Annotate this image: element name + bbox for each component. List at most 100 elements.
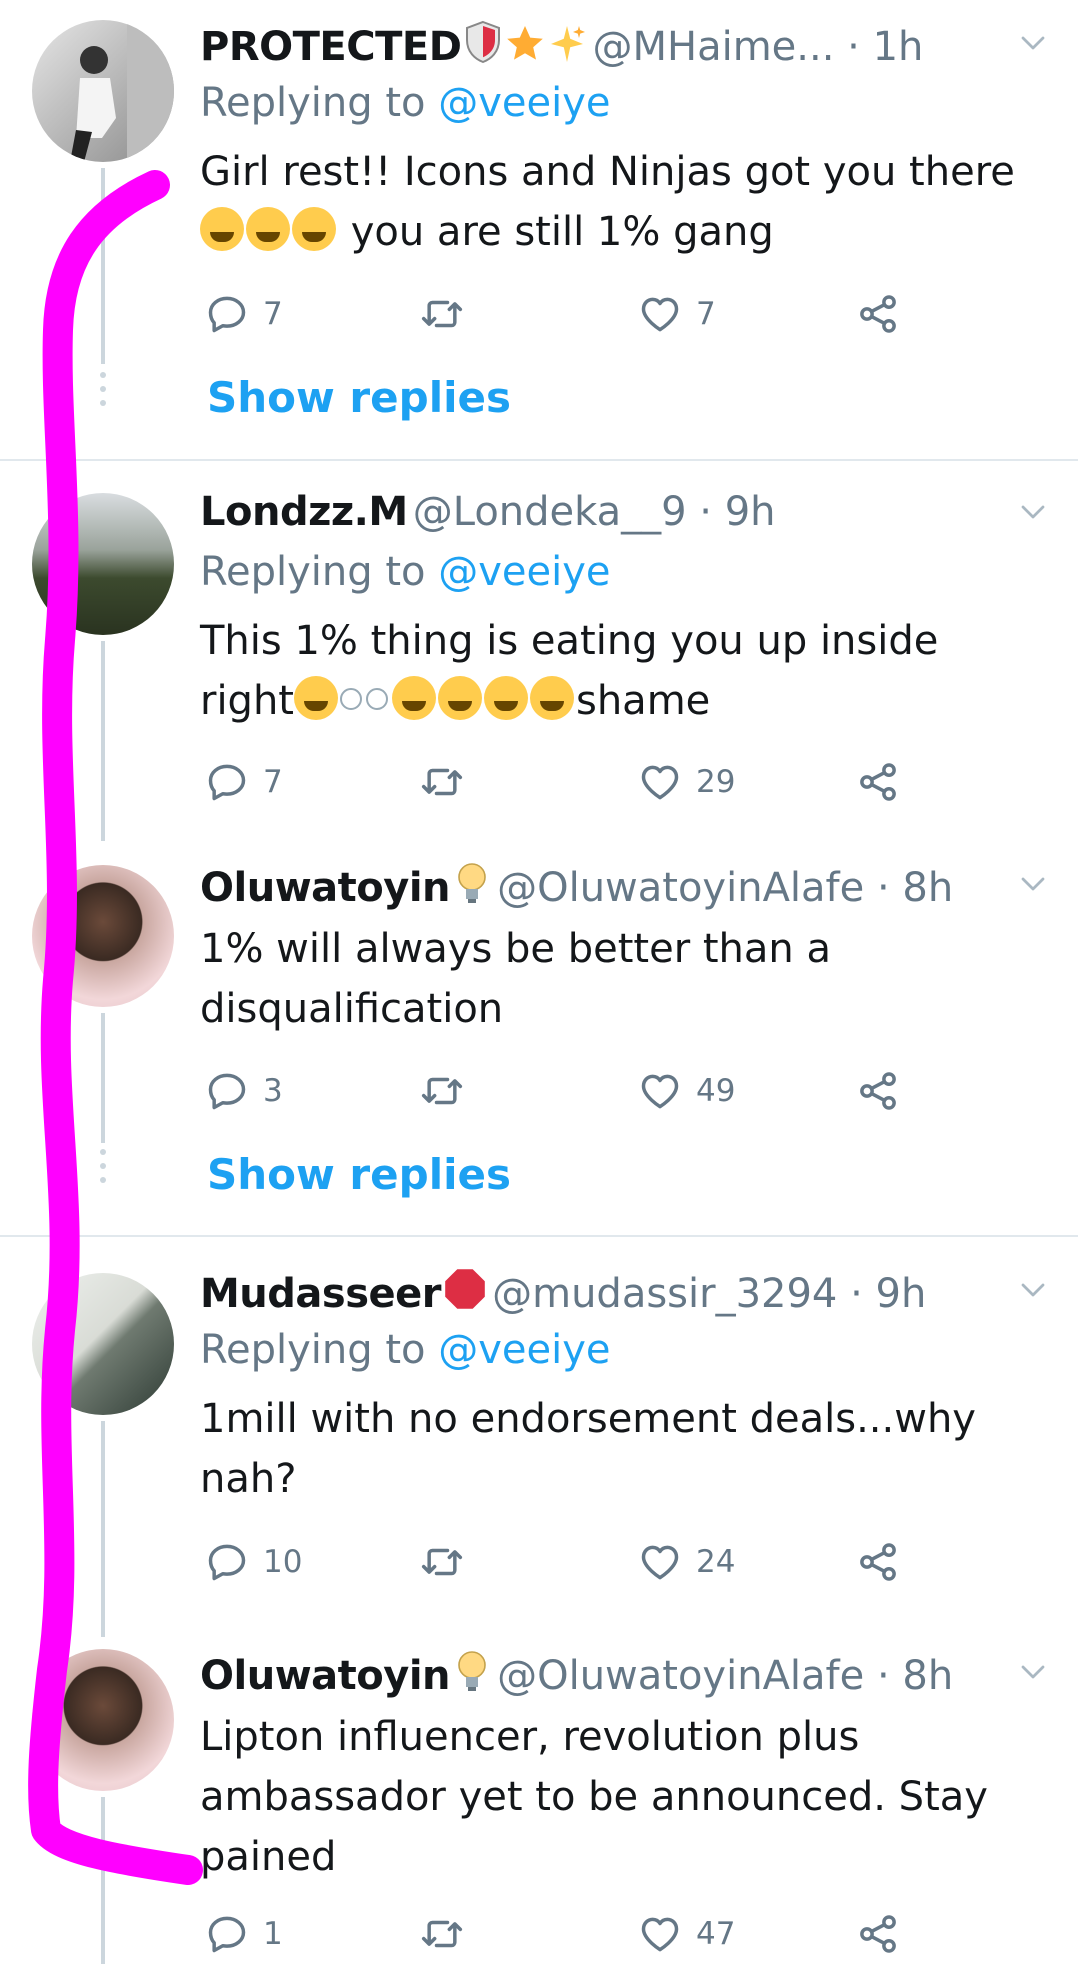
timestamp[interactable]: 9h [876, 1271, 927, 1317]
avatar[interactable] [32, 1649, 174, 1791]
chevron-down-icon[interactable] [1018, 1657, 1048, 1687]
like-icon [638, 1540, 682, 1584]
shield-emoji-icon [463, 20, 503, 68]
like-icon [638, 1069, 682, 1113]
like-button[interactable]: 29 [638, 758, 735, 806]
retweet-icon [420, 1540, 464, 1584]
star-emoji-icon [505, 24, 545, 68]
joy-emoji-icon [437, 676, 482, 720]
user-handle[interactable]: @Londeka__9 [413, 489, 687, 535]
tweet-actions: 1 47 [200, 1910, 920, 1958]
grimacing-emoji-icon [293, 676, 338, 720]
like-count: 29 [696, 764, 736, 800]
retweet-icon [420, 1912, 464, 1956]
tweet-text-fragment: right [200, 678, 294, 724]
avatar[interactable] [32, 493, 174, 635]
replying-to: Replying to @veeiye [200, 1327, 611, 1373]
reply-mention-link[interactable]: @veeiye [438, 549, 610, 595]
reply-button[interactable]: 7 [205, 290, 283, 338]
like-icon [638, 292, 682, 336]
share-icon [856, 760, 900, 804]
reply-button[interactable]: 7 [205, 758, 283, 806]
retweet-button[interactable] [420, 1067, 478, 1115]
like-count: 49 [696, 1073, 736, 1109]
timestamp[interactable]: 1h [873, 24, 924, 70]
stop-sign-emoji-icon [443, 1267, 487, 1315]
replying-to-label: Replying to [200, 549, 439, 595]
share-icon [856, 1540, 900, 1584]
user-name[interactable]: Londzz.M [200, 489, 408, 535]
tweet[interactable]: Londzz.M @Londeka__9 · 9h Replying to @v… [0, 461, 1078, 841]
light-bulb-emoji-icon [452, 861, 492, 909]
separator: · [864, 1653, 903, 1699]
like-button[interactable]: 7 [638, 290, 716, 338]
user-name[interactable]: Oluwatoyin [200, 1653, 451, 1699]
chevron-down-icon[interactable] [1018, 869, 1048, 899]
retweet-icon [420, 292, 464, 336]
tweet-text: 1mill with no endorsement deals...why na… [200, 1389, 1048, 1509]
reply-icon [205, 1540, 249, 1584]
share-button[interactable] [856, 758, 900, 806]
user-handle[interactable]: @OluwatoyinAlafe [497, 865, 864, 911]
joy-emoji-icon [391, 676, 436, 720]
user-handle[interactable]: @mudassir_3294 [492, 1271, 837, 1317]
rofl-emoji-icon [246, 207, 290, 251]
reply-mention-link[interactable]: @veeiye [438, 80, 610, 126]
show-replies-link[interactable]: Show replies [207, 373, 511, 422]
like-button[interactable]: 49 [638, 1067, 735, 1115]
eyes-emoji-icon [339, 684, 392, 714]
show-replies-link[interactable]: Show replies [207, 1150, 511, 1199]
share-button[interactable] [856, 1910, 900, 1958]
user-name[interactable]: Mudasseer [200, 1271, 442, 1317]
tweet-text-line: ambassador yet to be announced. Stay [200, 1774, 988, 1820]
tweet[interactable]: Mudasseer @mudassir_3294 · 9h Replying t… [0, 1237, 1078, 1637]
retweet-icon [420, 760, 464, 804]
user-name[interactable]: PROTECTED [200, 24, 462, 70]
avatar[interactable] [32, 865, 174, 1007]
avatar[interactable] [32, 20, 174, 162]
reply-mention-link[interactable]: @veeiye [438, 1327, 610, 1373]
chevron-down-icon[interactable] [1018, 497, 1048, 527]
user-handle[interactable]: @MHaime... [593, 24, 835, 70]
share-button[interactable] [856, 1538, 900, 1586]
replying-to-label: Replying to [200, 1327, 439, 1373]
tweet-actions: 7 7 [200, 290, 920, 338]
tweet[interactable]: Oluwatoyin @OluwatoyinAlafe · 8h 1% will… [0, 841, 1078, 1236]
reply-button[interactable]: 10 [205, 1538, 302, 1586]
retweet-button[interactable] [420, 290, 478, 338]
like-button[interactable]: 24 [638, 1538, 735, 1586]
timestamp[interactable]: 8h [902, 865, 953, 911]
like-button[interactable]: 47 [638, 1910, 735, 1958]
tweet-text-line: right shame [200, 671, 1048, 731]
retweet-button[interactable] [420, 758, 478, 806]
retweet-button[interactable] [420, 1910, 478, 1958]
tweet-text-fragment: shame [575, 678, 711, 724]
tweet-text-line: disqualification [200, 986, 504, 1032]
user-handle[interactable]: @OluwatoyinAlafe [497, 1653, 864, 1699]
reply-count: 1 [263, 1916, 283, 1952]
avatar[interactable] [32, 1273, 174, 1415]
reply-button[interactable]: 1 [205, 1910, 283, 1958]
like-count: 47 [696, 1916, 736, 1952]
reply-button[interactable]: 3 [205, 1067, 283, 1115]
timestamp[interactable]: 8h [902, 1653, 953, 1699]
retweet-button[interactable] [420, 1538, 478, 1586]
separator: · [837, 1271, 876, 1317]
share-icon [856, 1069, 900, 1113]
share-button[interactable] [856, 1067, 900, 1115]
share-button[interactable] [856, 290, 900, 338]
tweet[interactable]: PROTECTED @MHaime... · 1h Replying to @v… [0, 0, 1078, 460]
reply-count: 7 [263, 296, 283, 332]
timestamp[interactable]: 9h [725, 489, 776, 535]
like-count: 24 [696, 1544, 736, 1580]
user-name[interactable]: Oluwatoyin [200, 865, 451, 911]
tweet[interactable]: Oluwatoyin @OluwatoyinAlafe · 8h Lipton … [0, 1637, 1078, 1964]
tweet-actions: 10 24 [200, 1538, 920, 1586]
like-count: 7 [696, 296, 716, 332]
chevron-down-icon[interactable] [1018, 28, 1048, 58]
rofl-emoji-icon [200, 207, 244, 251]
tweet-text: 1% will always be better than a disquali… [200, 919, 1048, 1039]
chevron-down-icon[interactable] [1018, 1275, 1048, 1305]
tweet-text-line: 1% will always be better than a [200, 926, 831, 972]
tweet-text-line: 1mill with no endorsement deals...why [200, 1396, 976, 1442]
